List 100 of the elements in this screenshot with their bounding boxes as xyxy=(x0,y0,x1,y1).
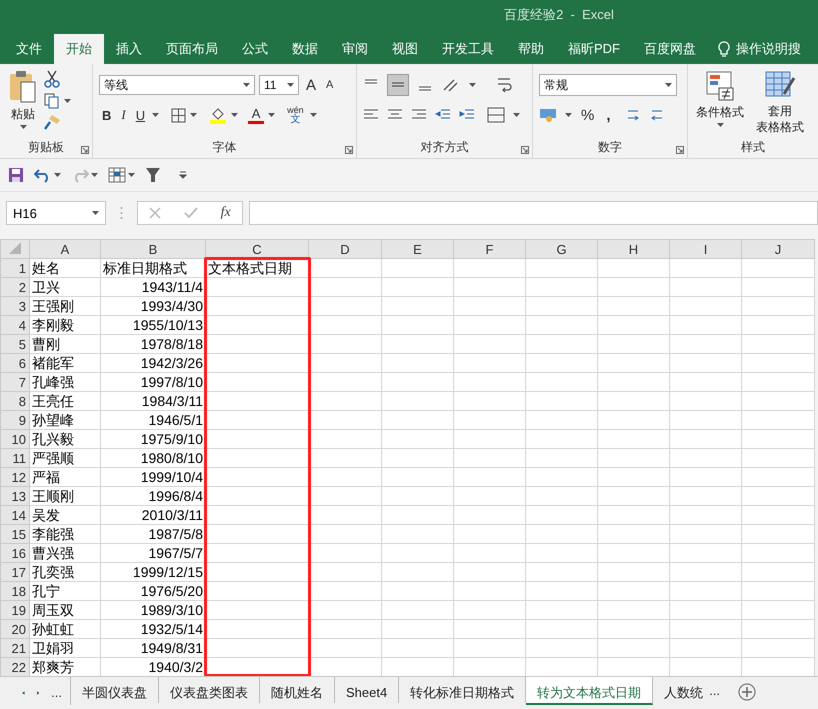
caret-icon[interactable] xyxy=(54,173,61,177)
caret-icon[interactable] xyxy=(716,123,724,127)
row-header[interactable]: 18 xyxy=(0,582,30,600)
ribbon-tab[interactable]: 视图 xyxy=(380,34,430,64)
caret-icon[interactable] xyxy=(310,113,317,117)
sheet-tab[interactable]: 仪表盘类图表 xyxy=(159,677,260,703)
wrap-text-icon[interactable] xyxy=(496,76,512,94)
currency-icon[interactable] xyxy=(539,107,559,123)
sheet-tab[interactable]: 人数统 xyxy=(653,677,706,703)
sheet-tab[interactable]: Sheet4 xyxy=(335,677,400,703)
caret-icon[interactable] xyxy=(287,83,294,87)
comma-button[interactable]: , xyxy=(603,105,614,125)
row-header[interactable]: 1 xyxy=(0,258,30,278)
formula-input[interactable] xyxy=(249,201,818,225)
sheet-tab[interactable]: 随机姓名 xyxy=(260,677,335,703)
paste-button[interactable]: 粘贴 xyxy=(6,70,40,138)
row-header[interactable]: 11 xyxy=(0,448,30,468)
caret-icon[interactable] xyxy=(20,125,26,129)
customize-icon[interactable] xyxy=(179,171,187,179)
ribbon-tab[interactable]: 插入 xyxy=(104,34,154,64)
ribbon-tab[interactable]: 页面布局 xyxy=(154,34,230,64)
dialog-launcher-icon[interactable] xyxy=(521,146,529,154)
decrease-font-button[interactable]: A xyxy=(323,75,336,95)
row-header[interactable]: 8 xyxy=(0,392,30,410)
copy-icon[interactable] xyxy=(44,93,60,109)
number-format-combo[interactable]: 常规 xyxy=(539,74,677,96)
dialog-launcher-icon[interactable] xyxy=(345,146,353,154)
row-header[interactable]: 20 xyxy=(0,620,30,638)
ribbon-tab[interactable]: 文件 xyxy=(4,34,54,64)
column-header[interactable]: E xyxy=(382,240,454,258)
ribbon-tab[interactable]: 开始 xyxy=(54,34,104,64)
caret-icon[interactable] xyxy=(92,211,99,215)
column-header[interactable]: C xyxy=(206,240,308,258)
row-header[interactable]: 16 xyxy=(0,544,30,562)
scissors-icon[interactable] xyxy=(44,70,60,88)
row-header[interactable]: 14 xyxy=(0,506,30,524)
table-grid-icon[interactable] xyxy=(108,167,126,183)
name-box[interactable]: H16 xyxy=(6,201,106,225)
italic-button[interactable]: I xyxy=(118,105,129,125)
sheet-tab[interactable]: 转为文本格式日期 xyxy=(526,677,654,705)
caret-icon[interactable] xyxy=(469,83,476,87)
add-sheet-icon[interactable] xyxy=(738,683,756,701)
save-icon[interactable] xyxy=(8,167,24,183)
ribbon-tab[interactable]: 百度网盘 xyxy=(632,34,708,64)
underline-button[interactable]: U xyxy=(132,105,148,125)
format-as-table-button[interactable]: 套用 表格格式 xyxy=(754,70,806,138)
dialog-launcher-icon[interactable] xyxy=(81,146,89,154)
lightbulb-icon[interactable] xyxy=(718,40,730,58)
column-header[interactable]: H xyxy=(598,240,670,258)
dialog-launcher-icon[interactable] xyxy=(676,146,684,154)
column-header[interactable]: D xyxy=(308,240,382,258)
percent-button[interactable]: % xyxy=(578,105,598,125)
caret-icon[interactable] xyxy=(64,99,71,103)
ribbon-tab[interactable]: 审阅 xyxy=(330,34,380,64)
scroll-right-icon[interactable] xyxy=(36,688,40,696)
row-header[interactable]: 17 xyxy=(0,562,30,582)
conditional-format-button[interactable]: 条件格式 xyxy=(694,70,746,138)
row-header[interactable]: 2 xyxy=(0,278,30,296)
format-painter-icon[interactable] xyxy=(44,114,62,130)
caret-icon[interactable] xyxy=(268,113,276,117)
more-sheets-button[interactable]: ... xyxy=(705,677,728,698)
phonetic-button[interactable]: wén 文 xyxy=(285,106,306,124)
column-header[interactable]: B xyxy=(100,240,206,258)
row-header[interactable]: 22 xyxy=(0,658,30,676)
ribbon-tab[interactable]: 帮助 xyxy=(506,34,556,64)
font-color-button[interactable]: A xyxy=(248,106,264,120)
font-size-combo[interactable]: 11 xyxy=(259,75,299,95)
row-header[interactable]: 9 xyxy=(0,410,30,430)
row-header[interactable]: 19 xyxy=(0,600,30,620)
row-header[interactable]: 5 xyxy=(0,334,30,354)
row-header[interactable]: 10 xyxy=(0,430,30,448)
caret-icon[interactable] xyxy=(513,113,520,117)
row-header[interactable]: 6 xyxy=(0,354,30,372)
scroll-left-icon[interactable] xyxy=(22,688,25,696)
row-header[interactable]: 12 xyxy=(0,468,30,486)
bold-button[interactable]: B xyxy=(99,105,114,125)
fill-color-icon[interactable] xyxy=(209,106,228,124)
ribbon-tab[interactable]: 开发工具 xyxy=(430,34,506,64)
caret-icon[interactable] xyxy=(128,173,135,177)
insert-function-button[interactable]: fx xyxy=(220,205,231,221)
font-name-combo[interactable]: 等线 xyxy=(99,75,255,95)
caret-icon[interactable] xyxy=(665,83,672,87)
tell-me-search[interactable]: 操作说明搜 xyxy=(736,40,801,58)
row-header[interactable]: 15 xyxy=(0,524,30,544)
row-header[interactable]: 7 xyxy=(0,372,30,392)
caret-icon[interactable] xyxy=(565,113,572,117)
ribbon-tab[interactable]: 数据 xyxy=(280,34,330,64)
row-header[interactable]: 3 xyxy=(0,296,30,316)
column-header[interactable]: G xyxy=(526,240,598,258)
column-header[interactable]: I xyxy=(670,240,742,258)
row-header[interactable]: 21 xyxy=(0,638,30,658)
column-header[interactable]: F xyxy=(454,240,526,258)
more-sheets-button[interactable]: ... xyxy=(51,685,62,700)
merge-center-icon[interactable] xyxy=(487,107,505,123)
caret-icon[interactable] xyxy=(231,113,238,117)
column-header[interactable]: A xyxy=(30,240,100,258)
ribbon-tab[interactable]: 福昕PDF xyxy=(556,34,632,64)
sheet-tab[interactable]: 半圆仪表盘 xyxy=(71,677,159,703)
caret-icon[interactable] xyxy=(190,113,198,117)
caret-icon[interactable] xyxy=(152,113,160,117)
